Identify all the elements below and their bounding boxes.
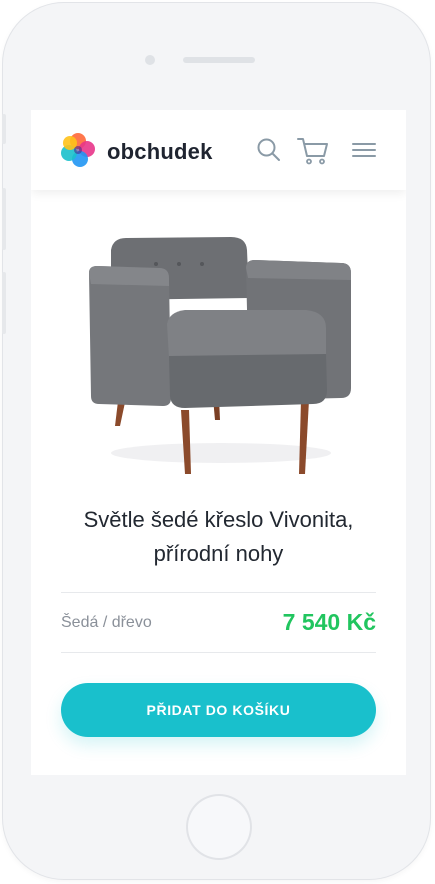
product-image[interactable] [81, 228, 356, 476]
front-camera [145, 55, 155, 65]
site-header: obchudek [31, 110, 406, 190]
mute-switch [2, 114, 6, 144]
home-button[interactable] [186, 794, 252, 860]
variant-label: Šedá / dřevo [61, 614, 152, 631]
logo-icon[interactable] [60, 132, 96, 168]
earpiece-speaker [183, 57, 255, 63]
divider-bottom [61, 652, 376, 653]
add-to-cart-button[interactable]: PŘIDAT DO KOŠÍKU [61, 683, 376, 737]
screen: obchudek Světle šedé křeslo Vivonita, př… [31, 110, 406, 775]
cart-icon[interactable] [297, 137, 329, 165]
brand-name[interactable]: obchudek [107, 139, 213, 165]
divider-top [61, 592, 376, 593]
product-title-line-2: přírodní nohy [153, 541, 284, 566]
search-icon[interactable] [256, 137, 282, 163]
phone-frame: obchudek Světle šedé křeslo Vivonita, př… [2, 2, 431, 880]
product-title: Světle šedé křeslo Vivonita, přírodní no… [31, 503, 406, 571]
volume-down-button [2, 272, 6, 334]
volume-up-button [2, 188, 6, 250]
add-to-cart-label: PŘIDAT DO KOŠÍKU [146, 702, 291, 718]
menu-icon[interactable] [352, 140, 376, 160]
product-title-line-1: Světle šedé křeslo Vivonita, [83, 507, 354, 532]
price: 7 540 Kč [282, 609, 376, 635]
